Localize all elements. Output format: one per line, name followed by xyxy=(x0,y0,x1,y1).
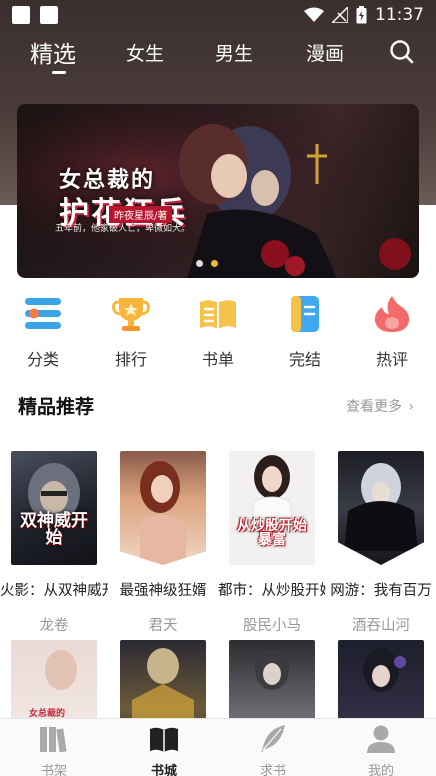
book-card[interactable]: 网游：我有百万 酒吞山河 xyxy=(327,451,435,635)
quick-label: 分类 xyxy=(26,350,59,369)
pagination-dot[interactable] xyxy=(196,260,203,267)
bookshelf-icon xyxy=(40,727,67,753)
tab-female[interactable]: 女生 xyxy=(126,39,164,66)
book-author: 酒吞山河 xyxy=(352,618,410,634)
book-author: 龙卷 xyxy=(39,618,69,634)
trophy-icon xyxy=(112,298,150,331)
no-signal-icon xyxy=(332,7,348,23)
finished-icon xyxy=(291,296,319,332)
book-list-icon xyxy=(200,300,236,329)
book-cover xyxy=(120,451,206,565)
quick-label: 完结 xyxy=(288,350,321,369)
quick-category[interactable]: 分类 xyxy=(13,290,73,370)
book-cover-text: 双神威开始 xyxy=(20,511,88,548)
book-cover: 双神威开始 xyxy=(11,451,97,565)
clock: 11:37 xyxy=(375,5,424,25)
tab-bookstore[interactable]: 书城 xyxy=(124,723,204,776)
bottom-tab-bar: 书架 书城 求书 我的 xyxy=(0,718,436,776)
promo-banner[interactable]: 女总裁的 护花狂兵 昨夜星辰/著 五年前，他家破人亡，卑微如犬。 xyxy=(17,104,419,278)
notification-icon xyxy=(40,6,58,24)
book-card[interactable]: 从炒股开始暴富 都市：从炒股开始 股民小马 xyxy=(218,451,326,635)
tab-male[interactable]: 男生 xyxy=(215,39,253,66)
quick-finished[interactable]: 完结 xyxy=(275,290,335,370)
notification-icon xyxy=(12,6,30,24)
book-cover: 从炒股开始暴富 xyxy=(229,451,315,565)
status-bar: 11:37 xyxy=(0,0,436,30)
battery-icon xyxy=(356,6,367,24)
tab-request-book[interactable]: 求书 xyxy=(233,723,313,776)
see-more-label: 查看更多 xyxy=(346,399,402,415)
banner-pagination xyxy=(196,260,218,267)
chevron-right-icon: › xyxy=(408,399,415,415)
book-author: 股民小马 xyxy=(243,618,301,634)
book-cover-text: 从炒股开始暴富 xyxy=(237,518,307,548)
tab-label: 我的 xyxy=(367,764,394,776)
profile-icon xyxy=(367,725,395,753)
tab-label: 求书 xyxy=(259,764,286,776)
quick-label: 热评 xyxy=(375,350,408,369)
pagination-dot-active[interactable] xyxy=(211,260,218,267)
book-title: 最强神级狂婿 xyxy=(119,583,207,599)
book-title: 都市：从炒股开始 xyxy=(218,583,326,599)
book-title: 网游：我有百万 xyxy=(330,583,432,599)
banner-tagline: 五年前，他家破人亡，卑微如犬。 xyxy=(55,224,191,234)
top-navigation: 精选 女生 男生 漫画 xyxy=(0,30,436,80)
category-icon xyxy=(25,298,61,329)
tab-label: 书城 xyxy=(150,764,177,776)
tab-featured[interactable]: 精选 xyxy=(30,35,76,69)
active-tab-indicator xyxy=(52,71,66,74)
book-card[interactable]: 双神威开始 火影：从双神威开始 龙卷 xyxy=(0,451,108,635)
wifi-icon xyxy=(304,7,324,22)
quick-label: 书单 xyxy=(201,350,234,369)
tab-profile[interactable]: 我的 xyxy=(341,723,421,776)
bookstore-icon xyxy=(150,727,178,752)
tab-bookshelf[interactable]: 书架 xyxy=(14,723,94,776)
hot-review-icon xyxy=(374,296,410,332)
quick-entries: 分类 排行 书单 完结 热评 xyxy=(0,290,436,370)
search-icon[interactable] xyxy=(388,38,416,66)
section-title: 精品推荐 xyxy=(18,396,95,418)
status-indicators: 11:37 xyxy=(304,5,424,25)
book-card[interactable]: 最强神级狂婿 君天 xyxy=(109,451,217,635)
quick-ranking[interactable]: 排行 xyxy=(101,290,161,370)
book-cover xyxy=(338,451,424,565)
quick-label: 排行 xyxy=(114,350,147,369)
book-title: 火影：从双神威开始 xyxy=(0,583,108,599)
tab-label: 书架 xyxy=(40,764,67,776)
quick-booklist[interactable]: 书单 xyxy=(188,290,248,370)
notification-icons xyxy=(12,6,58,24)
feather-icon xyxy=(261,725,285,753)
book-author: 君天 xyxy=(148,618,178,634)
quick-hot-review[interactable]: 热评 xyxy=(362,290,422,370)
see-more-link[interactable]: 查看更多 › xyxy=(346,396,414,416)
tab-comics[interactable]: 漫画 xyxy=(306,39,344,66)
